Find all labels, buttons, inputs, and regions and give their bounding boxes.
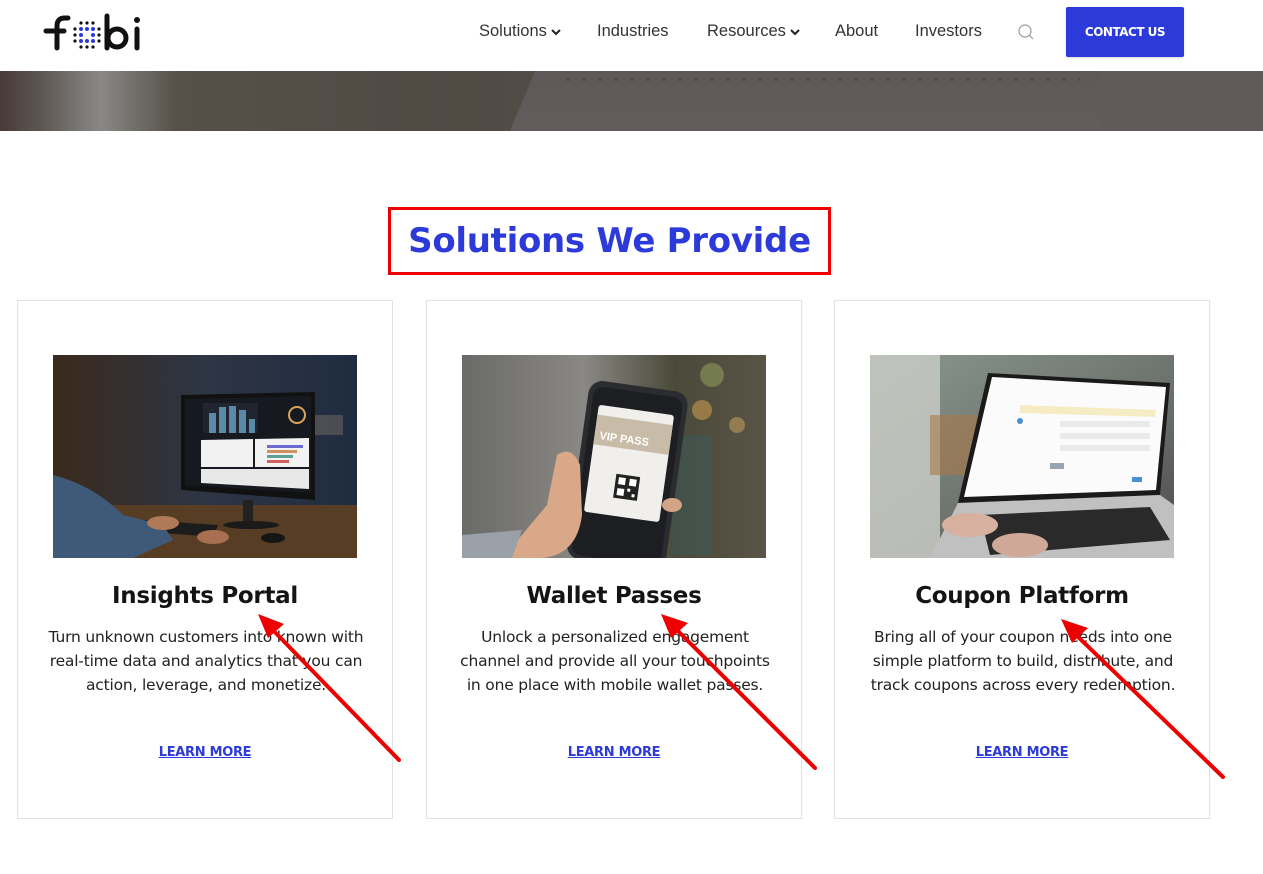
- nav-investors-label: Investors: [915, 22, 982, 40]
- site-header: Solutions Industries Resources About Inv…: [0, 0, 1263, 71]
- learn-more-label[interactable]: LEARN MORE: [568, 745, 661, 760]
- section-title-highlight: Solutions We Provide: [388, 207, 831, 275]
- search-button[interactable]: [1017, 23, 1035, 41]
- learn-more-label[interactable]: LEARN MORE: [976, 745, 1069, 760]
- card-description: Unlock a personalized engagement channel…: [460, 628, 770, 694]
- wallet-passes-image: VIP PASS: [462, 355, 766, 558]
- coupon-platform-image: [870, 355, 1174, 558]
- nav-about[interactable]: About: [835, 22, 878, 41]
- nav-solutions[interactable]: Solutions: [479, 22, 561, 41]
- learn-more-link[interactable]: LEARN MORE: [18, 745, 392, 760]
- search-icon: [1018, 24, 1034, 40]
- section-title: Solutions We Provide: [408, 221, 811, 261]
- logo-mark-icon: [43, 13, 140, 51]
- fobi-logo[interactable]: [43, 12, 143, 52]
- solution-card-wallet: VIP PASS Wallet Passes Unlock a personal…: [426, 300, 802, 819]
- hero-image: [0, 71, 1263, 131]
- nav-industries-label: Industries: [597, 22, 669, 40]
- card-title: Insights Portal: [112, 583, 298, 609]
- card-description: Turn unknown customers into known with r…: [48, 628, 364, 694]
- card-title: Coupon Platform: [915, 583, 1129, 609]
- card-description: Bring all of your coupon needs into one …: [870, 628, 1176, 694]
- learn-more-link[interactable]: LEARN MORE: [835, 745, 1209, 760]
- nav-investors[interactable]: Investors: [915, 22, 982, 41]
- chevron-down-icon: [790, 28, 800, 35]
- learn-more-label[interactable]: LEARN MORE: [159, 745, 252, 760]
- solution-card-coupon: Coupon Platform Bring all of your coupon…: [834, 300, 1210, 819]
- nav-resources[interactable]: Resources: [707, 22, 800, 41]
- nav-resources-label: Resources: [707, 22, 786, 40]
- card-title: Wallet Passes: [526, 583, 702, 609]
- insights-portal-image: [53, 355, 357, 558]
- contact-us-button[interactable]: CONTACT US: [1066, 7, 1184, 57]
- solution-card-insights: Insights Portal Turn unknown customers i…: [17, 300, 393, 819]
- nav-industries[interactable]: Industries: [597, 22, 669, 41]
- learn-more-link[interactable]: LEARN MORE: [427, 745, 801, 760]
- nav-about-label: About: [835, 22, 879, 40]
- chevron-down-icon: [551, 28, 561, 35]
- nav-solutions-label: Solutions: [479, 22, 547, 40]
